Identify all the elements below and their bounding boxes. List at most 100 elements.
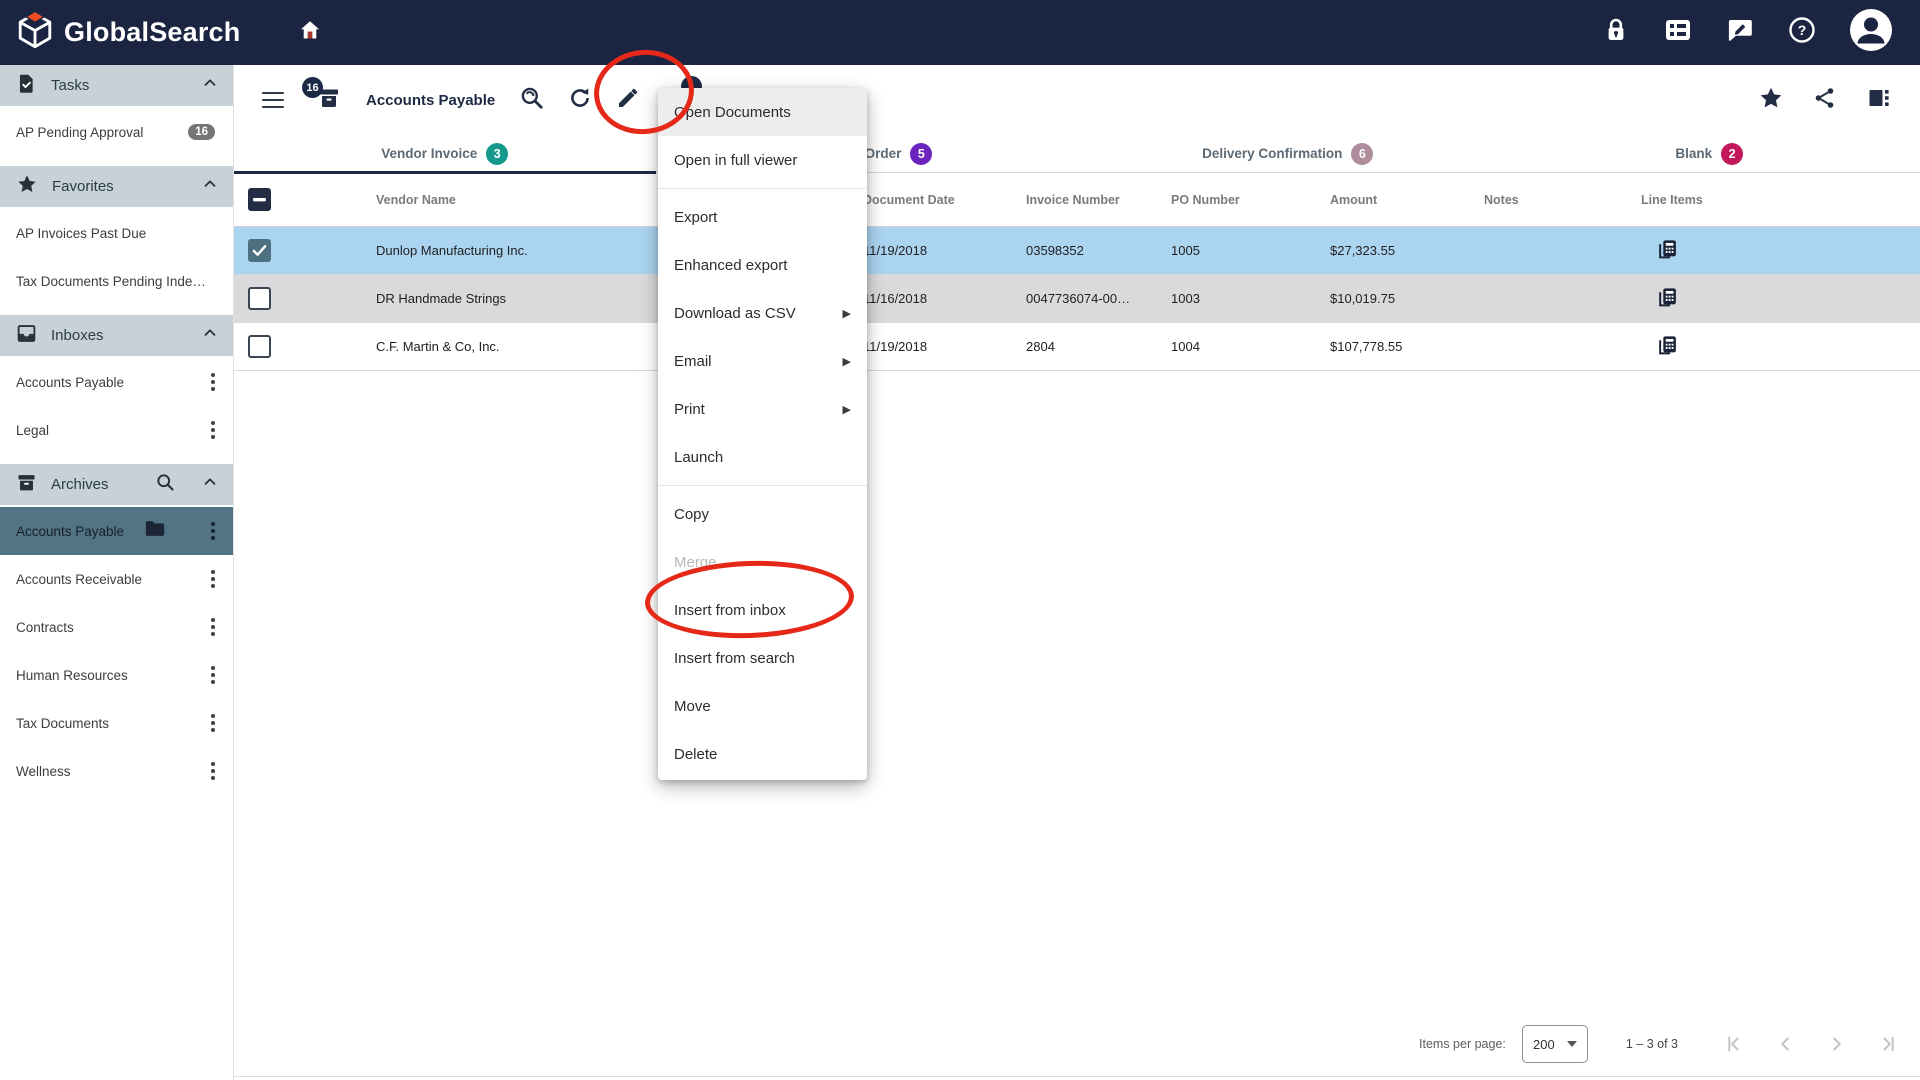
menu-item-insert-from-search[interactable]: Insert from search xyxy=(658,634,867,682)
sidebar-item-label: Accounts Receivable xyxy=(16,572,142,587)
list-view-button[interactable] xyxy=(1662,17,1694,49)
sidebar-section-inboxes[interactable]: Inboxes xyxy=(0,315,233,356)
kebab-menu-icon[interactable] xyxy=(203,417,223,443)
kebab-menu-icon[interactable] xyxy=(203,710,223,736)
page-size-select[interactable]: 200 xyxy=(1522,1025,1588,1063)
column-header-invoice-number[interactable]: Invoice Number xyxy=(1026,193,1171,207)
menu-item-insert-from-inbox[interactable]: Insert from inbox xyxy=(658,586,867,634)
column-header-amount[interactable]: Amount xyxy=(1330,193,1484,207)
sidebar-item-accounts-payable[interactable]: Accounts Payable xyxy=(0,358,233,406)
archive-documents-button[interactable]: 16 xyxy=(314,85,344,115)
sidebar: TasksAP Pending Approval16 Favorites AP In… xyxy=(0,65,234,1080)
sidebar-item-ap-invoices-past-due[interactable]: AP Invoices Past Due xyxy=(0,209,233,257)
sidebar-section-items: Accounts Payable Legal xyxy=(0,356,233,464)
line-items-icon[interactable] xyxy=(1657,239,1678,260)
menu-item-label: Move xyxy=(674,698,711,715)
tab-blank[interactable]: Blank2 xyxy=(1499,135,1920,172)
kebab-menu-icon[interactable] xyxy=(203,369,223,395)
sidebar-item-label: Accounts Payable xyxy=(16,375,124,390)
menu-item-launch[interactable]: Launch xyxy=(658,433,867,481)
menu-item-delete[interactable]: Delete xyxy=(658,730,867,778)
column-view-button[interactable] xyxy=(1864,85,1894,115)
sidebar-section-label: Favorites xyxy=(52,178,114,195)
submenu-arrow-icon: ▶ xyxy=(843,403,851,416)
menu-item-copy[interactable]: Copy xyxy=(658,490,867,538)
hamburger-icon xyxy=(262,92,284,109)
line-items-icon[interactable] xyxy=(1657,335,1678,356)
row-checkbox[interactable] xyxy=(248,239,271,262)
sidebar-item-tax-documents-pending-inde[interactable]: Tax Documents Pending Inde… xyxy=(0,257,233,305)
sidebar-item-accounts-payable[interactable]: Accounts Payable xyxy=(0,507,233,555)
kebab-menu-icon[interactable] xyxy=(203,662,223,688)
tab-vendor-invoice[interactable]: Vendor Invoice3 xyxy=(234,135,656,172)
sidebar-item-label: Accounts Payable xyxy=(16,524,124,539)
last-page-button[interactable] xyxy=(1876,1031,1902,1057)
sidebar-item-label: Tax Documents Pending Inde… xyxy=(16,274,206,289)
sidebar-item-accounts-receivable[interactable]: Accounts Receivable xyxy=(0,555,233,603)
home-button[interactable] xyxy=(294,17,326,49)
column-header-po-number[interactable]: PO Number xyxy=(1171,193,1330,207)
search-icon[interactable] xyxy=(155,472,175,497)
line-items-icon[interactable] xyxy=(1657,287,1678,308)
refresh-button[interactable] xyxy=(565,85,595,115)
menu-item-open-in-full-viewer[interactable]: Open in full viewer xyxy=(658,136,867,184)
menu-item-export[interactable]: Export xyxy=(658,193,867,241)
tab-delivery-confirmation[interactable]: Delivery Confirmation6 xyxy=(1077,135,1499,172)
globalsearch-logo-icon xyxy=(14,9,56,56)
menu-item-download-as-csv[interactable]: Download as CSV ▶ xyxy=(658,289,867,337)
row-select-cell xyxy=(234,287,286,310)
menu-toggle-button[interactable] xyxy=(258,85,288,115)
sidebar-item-contracts[interactable]: Contracts xyxy=(0,603,233,651)
feedback-button[interactable] xyxy=(1724,17,1756,49)
submenu-arrow-icon: ▶ xyxy=(843,307,851,320)
share-button[interactable] xyxy=(1810,85,1840,115)
table-row[interactable]: PDFC.F. Martin & Co, Inc.11/19/201828041… xyxy=(234,323,1920,371)
table-row[interactable]: PDFDR Handmade Strings11/16/201800477360… xyxy=(234,275,1920,323)
menu-item-open-documents[interactable]: Open Documents xyxy=(658,88,867,136)
prev-page-button[interactable] xyxy=(1772,1031,1798,1057)
sidebar-section-archives[interactable]: Archives xyxy=(0,464,233,505)
tab-count-badge: 5 xyxy=(910,143,932,165)
sidebar-item-legal[interactable]: Legal xyxy=(0,406,233,454)
account-button[interactable] xyxy=(1848,10,1894,56)
menu-item-label: Download as CSV xyxy=(674,305,796,322)
document-type-tabs: Vendor Invoice3Purchase Order5Delivery C… xyxy=(234,135,1920,173)
table-row[interactable]: PDFDunlop Manufacturing Inc.11/19/201803… xyxy=(234,227,1920,275)
menu-item-enhanced-export[interactable]: Enhanced export xyxy=(658,241,867,289)
edit-button[interactable] xyxy=(613,85,643,115)
kebab-menu-icon[interactable] xyxy=(203,518,223,544)
next-page-button[interactable] xyxy=(1824,1031,1850,1057)
menu-item-label: Merge xyxy=(674,554,717,571)
sidebar-section-tasks[interactable]: Tasks xyxy=(0,65,233,106)
sidebar-item-ap-pending-approval[interactable]: AP Pending Approval16 xyxy=(0,108,233,156)
archive-count-badge: 16 xyxy=(302,77,323,98)
lock-button[interactable] xyxy=(1600,17,1632,49)
column-header-notes[interactable]: Notes xyxy=(1484,193,1641,207)
select-all-checkbox[interactable] xyxy=(248,188,271,211)
help-button[interactable]: ? xyxy=(1786,17,1818,49)
row-checkbox[interactable] xyxy=(248,335,271,358)
first-page-button[interactable] xyxy=(1720,1031,1746,1057)
sidebar-section-items: AP Pending Approval16 xyxy=(0,106,233,166)
menu-item-print[interactable]: Print▶ xyxy=(658,385,867,433)
menu-item-merge: Merge xyxy=(658,538,867,586)
search-again-button[interactable] xyxy=(517,85,547,115)
row-checkbox[interactable] xyxy=(248,287,271,310)
document-context-menu: Open DocumentsOpen in full viewerExportE… xyxy=(658,88,867,780)
sidebar-item-tax-documents[interactable]: Tax Documents xyxy=(0,699,233,747)
sidebar-item-wellness[interactable]: Wellness xyxy=(0,747,233,795)
menu-item-email[interactable]: Email▶ xyxy=(658,337,867,385)
menu-item-label: Email xyxy=(674,353,712,370)
column-header-line-items[interactable]: Line Items xyxy=(1641,193,1920,207)
sidebar-item-human-resources[interactable]: Human Resources xyxy=(0,651,233,699)
kebab-menu-icon[interactable] xyxy=(203,758,223,784)
kebab-menu-icon[interactable] xyxy=(203,614,223,640)
favorite-search-button[interactable] xyxy=(1756,85,1786,115)
column-header-document-date[interactable]: Document Date xyxy=(863,193,1026,207)
sidebar-section-favorites[interactable]: Favorites xyxy=(0,166,233,207)
kebab-menu-icon[interactable] xyxy=(203,566,223,592)
sidebar-section-label: Archives xyxy=(51,476,109,493)
menu-item-move[interactable]: Move xyxy=(658,682,867,730)
brand-name: GlobalSearch xyxy=(64,17,240,48)
sidebar-section-items: Accounts Payable Accounts Receivable Contr… xyxy=(0,505,233,805)
